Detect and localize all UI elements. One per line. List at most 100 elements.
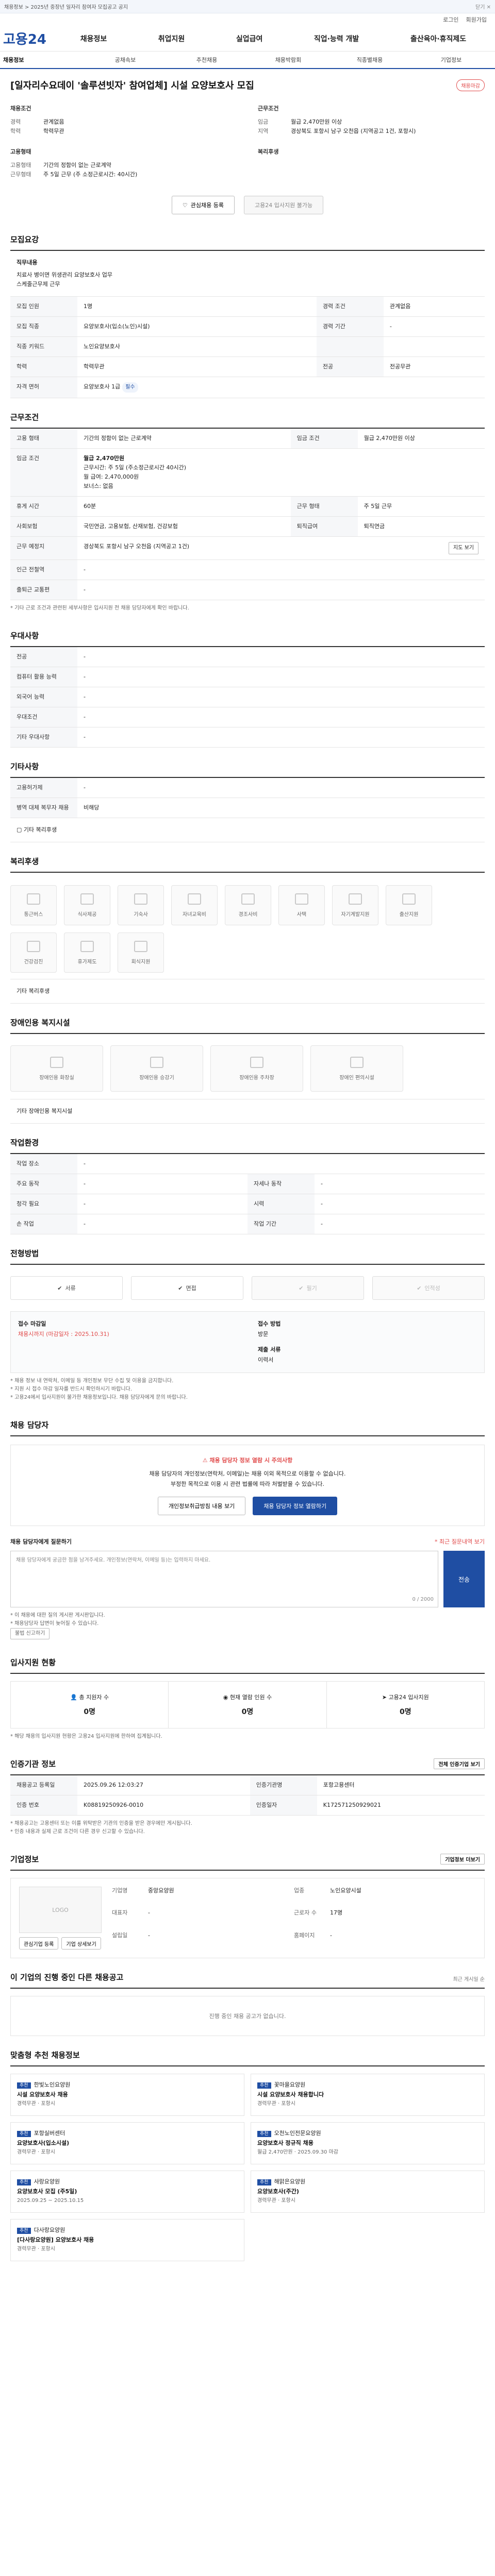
welfare-item: 휴가제도 [64,933,110,973]
disabled-item: 장애인용 화장실 [10,1045,103,1092]
subnav-jobs[interactable]: 채용정보 [3,56,85,64]
view-contact-button[interactable]: 채용 담당자 정보 열람하기 [253,1497,338,1515]
summary-heading-welfare: 복리후생 [258,148,279,155]
welfare-section: 복리후생 통근버스 식사제공 기숙사 자녀교육비 경조사비 사택 자기계발지원 … [10,856,485,1004]
menu-jobs[interactable]: 채용정보 [77,33,110,44]
qa-send-button[interactable]: 전송 [443,1551,485,1607]
disabled-item: 장애인용 주차장 [210,1045,303,1092]
privacy-policy-button[interactable]: 개인정보취급방침 내용 보기 [157,1497,246,1515]
table-row: 자격 면허 요양보호사 1급 필수 [10,377,485,398]
welfare-item: 자녀교육비 [171,885,218,925]
menu-training[interactable]: 직업·능력 개발 [311,33,362,44]
method-section: 전형방법 ✔ 서류 ✔ 면접 ✔ 필기 ✔ 인적성 접수 마감일 채용시까지 (마감일자 … [10,1248,485,1406]
table-row: 휴게 시간 60분 근무 형태 주 5일 근무 [10,496,485,517]
subnav-by-occupation[interactable]: 직종별채용 [329,56,410,64]
qa-notes: * 이 채용에 대한 질의 게시판 게시판입니다. * 채용담당자 답변이 늦어… [10,1607,485,1643]
conditions-table: 작업 장소 - 주요 동작 - 자세나 동작 - 청각 필요 - 시력 - 손 작업 - 작업 기… [10,1154,485,1234]
report-button[interactable]: 불법 신고하기 [10,1628,50,1639]
gift-icon [241,893,255,905]
disabled-etc: 기타 장애인용 복지시설 [10,1099,485,1124]
apply-notes: * 채용 정보 내 연락처, 이메일 등 개인정보 무단 수집 및 이용을 금지… [10,1378,188,1400]
job-summary: [일자리수요데이 '솔루션빗자' 참여업체] 시설 요양보호사 모집 채용마감 … [10,69,485,214]
summary-left: 채용조건 경력 관계없음 학력 학력무관 고용형태 고용형태 기간의 정함이 없는 근… [10,104,237,179]
section-title: 맞춤형 추천 채용정보 [10,2049,485,2066]
notice-close-button[interactable]: 닫기 ✕ [475,3,491,10]
table-row: 외국어 능력 - [10,687,485,707]
recommend-card[interactable]: 추천 사랑요양원 요양보호사 모집 (주5일) 2025.09.25 ~ 2025.1… [10,2171,244,2213]
company-more-button[interactable]: 기업정보 더보기 [440,1854,485,1865]
status-badge: 채용마감 [456,79,485,91]
recommend-card[interactable]: 추천 오천노인전문요양원 요양보호사 정규직 채용 월급 2,470만원 · 2025… [251,2122,485,2164]
recommend-card[interactable]: 추천 한빛노인요양원 시설 요양보호사 채용 경력무관 · 포항시 [10,2074,244,2116]
apply-button[interactable]: 고용24 입사지원 불가능 [244,196,324,214]
summary-row: 고용형태 기간의 정함이 없는 근로계약 [10,162,111,168]
menu-employment-support[interactable]: 취업지원 [155,33,188,44]
main-menu: 채용정보 취업지원 실업급여 직업·능력 개발 출산육아·휴직제도 [55,33,492,44]
recommend-card[interactable]: 추천 꽃마을요양원 시설 요양보호사 채용합니다 경력무관 · 포항시 [251,2074,485,2116]
health-icon [27,940,40,952]
special-table: 전공 - 컴퓨터 활용 능력 - 외국어 능력 - 우대조건 - 기타 우대사항 - [10,647,485,748]
recommend-grid: 추천 한빛노인요양원 시설 요양보호사 채용 경력무관 · 포항시 추천 꽃마을요양원 시… [10,2074,485,2261]
recommend-card[interactable]: 추천 해맑은요양원 요양보호사(주간) 경력무관 · 포항시 [251,2171,485,2213]
summary-row: 지역 경상북도 포항시 남구 오천읍 (지역공고 1건, 포항시) [258,128,416,134]
etc-table: 고용허가제 - 병역 대체 복무자 채용 비해당 [10,778,485,818]
check-icon: ✔ [178,1284,183,1292]
subnav-job-fair[interactable]: 채용박람회 [248,56,329,64]
char-count: 0 / 2000 [412,1597,434,1602]
site-logo[interactable]: 고용24 [3,29,55,48]
company-scrap-button[interactable]: 관심기업 등록 [19,1937,59,1950]
welfare-item: 자기계발지원 [332,885,378,925]
section-title: 근무조건 [10,412,485,429]
company-detail-button[interactable]: 기업 상세보기 [61,1937,101,1950]
method-row: ✔ 서류 ✔ 면접 ✔ 필기 ✔ 인적성 [10,1265,485,1311]
scrap-button[interactable]: ♡ 관심채용 등록 [171,196,235,214]
welfare-item: 기숙사 [118,885,164,925]
company-box: LOGO 관심기업 등록 기업 상세보기 기업명 중앙요양원 업종 노인요양시설 대표… [10,1878,485,1958]
table-row: 우대조건 - [10,707,485,727]
company-grid: 기업명 중앙요양원 업종 노인요양시설 대표자 - 근로자 수 17명 설립일 - 홈페이지 - [112,1887,361,1939]
baby-icon [402,893,416,905]
welfare-item: 출산지원 [386,885,432,925]
bus-icon [27,893,40,905]
stat-viewing: ◉ 현재 열람 인원 수 0명 [169,1682,327,1728]
sub-nav: 채용정보 공채속보 추천채용 채용박람회 직종별채용 기업정보 [0,52,495,69]
qa-history-link[interactable]: * 최근 질문내역 보기 [435,1537,485,1546]
menu-childcare-leave[interactable]: 출산육아·휴직제도 [407,33,469,44]
table-row: 채용공고 등록일 2025.09.26 12:03:27 인증기관명 포항고용센터 [10,1775,485,1795]
section-title: 전형방법 [10,1248,485,1265]
eye-icon: ◉ [223,1694,230,1701]
map-button[interactable]: 지도 보기 [449,542,478,554]
other-jobs-section: 이 기업의 진행 중인 다른 채용공고 최근 게시일 순 진행 중인 채용 공고가… [10,1972,485,2036]
menu-unemployment-benefit[interactable]: 실업급여 [233,33,266,44]
restroom-icon [50,1056,63,1068]
stats-box: 👤 총 지원자 수 0명 ◉ 현재 열람 인원 수 0명 ➤ 고용24 입사지원 0명 [10,1681,485,1728]
subnav-open-recruit[interactable]: 공채속보 [85,56,166,64]
section-title: 이 기업의 진행 중인 다른 채용공고 최근 게시일 순 [10,1972,485,1989]
table-row: 고용허가제 - [10,778,485,798]
footer-space [10,2261,485,2292]
education-icon [188,893,201,905]
method-interview: ✔ 면접 [131,1276,243,1300]
table-row: 인근 전철역 - [10,560,485,580]
summary-heading-employment: 고용형태 [10,148,31,155]
recommend-card[interactable]: 추천 다사랑요양원 [다사랑요양원] 요양보호사 채용 경력무관 · 포항시 [10,2219,244,2261]
table-row: 근무 예정지 경상북도 포항시 남구 오천읍 (지역공고 1건) 지도 보기 [10,536,485,560]
section-title: 모집요강 [10,234,485,251]
section-title: 기타사항 [10,761,485,778]
recommend-card[interactable]: 추천 포항실버센터 요양보호사(입소시설) 경력무관 · 포항시 [10,2122,244,2164]
work-table: 고용 형태 기간의 정함이 없는 근로계약 임금 조건 월급 2,470만원 이상 임… [10,429,485,600]
all-cert-button[interactable]: 전체 인증기업 보기 [434,1758,485,1769]
subnav-company-info[interactable]: 기업정보 [410,56,492,64]
check-icon: ✔ [57,1284,62,1292]
summary-row: 경력 관계없음 [10,118,64,125]
table-row: 손 작업 - 작업 기간 - [10,1214,485,1234]
section-title: 입사지원 현황 [10,1657,485,1674]
method-document: ✔ 서류 [10,1276,123,1300]
qa-textarea[interactable]: 채용 담당자에게 궁금한 점을 남겨주세요. 개인정보(연락처, 이메일 등)는… [10,1551,438,1607]
conditions-section: 작업환경 작업 장소 - 주요 동작 - 자세나 동작 - 청각 필요 - 시력 - 손 작업… [10,1137,485,1234]
signup-link[interactable]: 회원가입 [466,15,487,24]
meal-icon [80,893,94,905]
welfare-item: 건강검진 [10,933,57,973]
subnav-recommended[interactable]: 추천채용 [166,56,248,64]
login-link[interactable]: 로그인 [443,15,458,24]
